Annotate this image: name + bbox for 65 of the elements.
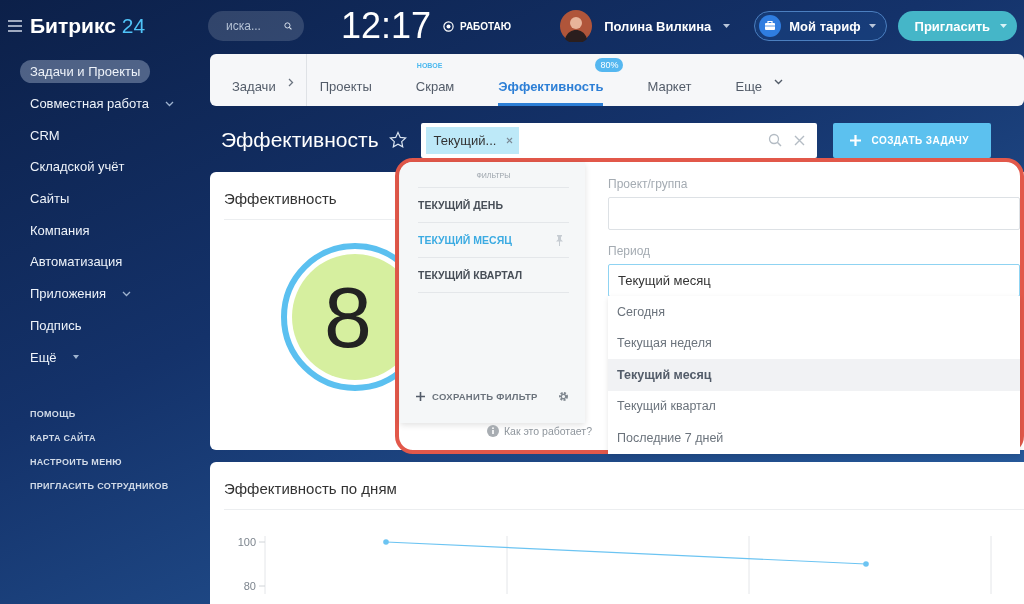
tariff-button[interactable]: Мой тариф <box>754 11 887 41</box>
field-label: Период <box>608 244 652 260</box>
sidebar-link[interactable]: КАРТА САЙТА <box>30 432 200 443</box>
logo[interactable]: Битрикс 24 <box>30 14 146 38</box>
sidebar-item[interactable]: Задачи и Проекты <box>20 60 151 84</box>
card-title: Эффективность по дням <box>224 480 397 497</box>
search-input[interactable]: иска... <box>224 18 284 34</box>
gauge-value: 8 <box>324 269 372 365</box>
tab[interactable]: Эффективность <box>498 79 604 106</box>
sidebar-item[interactable]: Автоматизация <box>8 250 133 274</box>
percent-badge: 80% <box>595 58 624 72</box>
sidebar-item[interactable]: Ещё <box>8 345 67 369</box>
chevron-icon[interactable] <box>773 79 783 85</box>
close-icon[interactable] <box>506 136 514 144</box>
save-filter-button[interactable]: СОХРАНИТЬ ФИЛЬТР <box>416 390 538 402</box>
project-field[interactable] <box>608 197 1020 230</box>
tab[interactable]: Маркет <box>647 79 692 106</box>
sidebar-link[interactable]: ПРИГЛАСИТЬ СОТРУДНИКОВ <box>30 480 200 491</box>
plus-icon <box>849 134 861 146</box>
tab[interactable]: Скрам <box>415 79 455 106</box>
info-icon <box>487 425 499 437</box>
sidebar-link[interactable]: ПОМОЩЬ <box>30 408 200 419</box>
dropdown-option[interactable]: Текущая неделя <box>608 327 1020 359</box>
sidebar-item[interactable]: Сайты <box>8 187 80 211</box>
y-tick-label: 80 <box>243 580 256 592</box>
star-icon[interactable] <box>388 131 407 149</box>
sidebar-item[interactable]: Совместная работа <box>8 92 159 116</box>
menu-icon[interactable] <box>8 20 22 32</box>
record-icon[interactable] <box>443 20 455 32</box>
sidebar-item[interactable]: Компания <box>8 218 100 242</box>
chevron-icon <box>122 290 132 297</box>
y-tick-label: 100 <box>237 536 256 548</box>
filter-preset[interactable]: ТЕКУЩИЙ КВАРТАЛ <box>418 269 523 281</box>
caret-icon <box>868 24 876 28</box>
tab[interactable]: Еще <box>735 79 762 106</box>
briefcase-icon <box>759 15 782 37</box>
filter-tag[interactable]: Текущий... <box>425 126 520 154</box>
caret-icon <box>723 24 731 28</box>
settings-icon[interactable] <box>558 390 569 402</box>
dropdown-option[interactable]: Текущий месяц <box>608 359 1020 391</box>
field-label: Проект/группа <box>608 177 689 193</box>
sidebar-link[interactable]: НАСТРОИТЬ МЕНЮ <box>30 456 200 467</box>
chevron-icon <box>164 100 174 107</box>
avatar[interactable] <box>560 10 593 42</box>
dropdown-option[interactable]: Сегодня <box>608 296 1020 328</box>
tab[interactable]: Проекты <box>319 79 372 106</box>
sidebar-item[interactable]: CRM <box>8 123 70 147</box>
user-name[interactable]: Полина Вилкина <box>604 18 712 34</box>
dropdown-option[interactable]: Текущий квартал <box>608 390 1020 422</box>
search-field[interactable]: иска... <box>208 11 304 41</box>
sidebar-item[interactable]: Складской учёт <box>8 155 135 179</box>
filter-field[interactable]: Текущий... <box>420 122 817 158</box>
caret-icon <box>1000 24 1007 28</box>
sidebar-item[interactable]: Приложения <box>8 282 117 306</box>
plus-icon <box>416 391 425 401</box>
dropdown-option[interactable]: Последние 7 дней <box>608 422 1020 454</box>
caret-icon <box>72 355 79 360</box>
clock: 12:17 <box>341 5 432 47</box>
work-status[interactable]: РАБОТАЮ <box>460 20 512 32</box>
filter-preset[interactable]: ТЕКУЩИЙ ДЕНЬ <box>418 199 503 211</box>
page-title: Эффективность <box>221 128 379 152</box>
sidebar-item[interactable]: Подпись <box>8 313 92 337</box>
chevron-icon[interactable] <box>287 77 294 87</box>
tab[interactable]: Задачи <box>232 79 276 106</box>
card-title: Эффективность <box>224 190 337 207</box>
